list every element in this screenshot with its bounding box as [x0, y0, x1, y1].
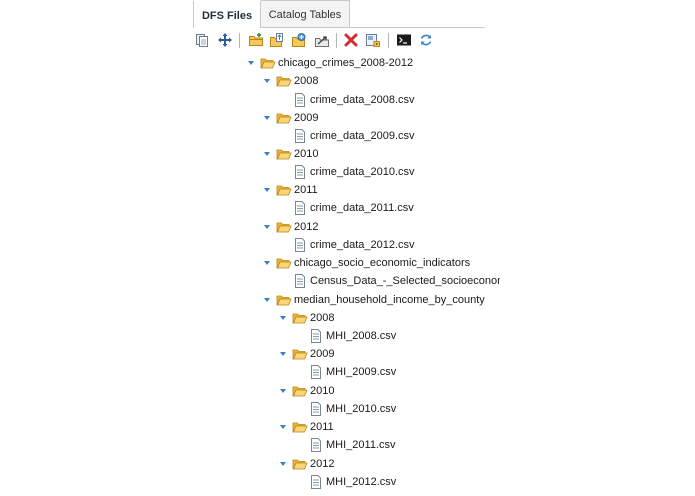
folder-open-icon [260, 55, 276, 71]
tab-active-gap [194, 27, 260, 28]
download-icon[interactable] [314, 32, 330, 48]
folder-open-icon [292, 419, 308, 435]
file-icon [292, 237, 308, 253]
tab-catalog-tables[interactable]: Catalog Tables [261, 0, 350, 27]
tree-file-label: crime_data_2009.csv [310, 130, 415, 142]
refresh-icon[interactable] [418, 32, 434, 48]
upload-folder-icon[interactable] [291, 32, 307, 48]
tree-file-label: crime_data_2008.csv [310, 94, 415, 106]
expand-arrow-icon[interactable] [280, 389, 286, 393]
move-icon[interactable] [217, 32, 233, 48]
expand-arrow-icon[interactable] [264, 116, 270, 120]
expand-arrow-icon[interactable] [264, 188, 270, 192]
tree-file-label: Census_Data_-_Selected_socioeconomic_ind… [310, 275, 500, 287]
folder-open-icon [276, 73, 292, 89]
expand-arrow-icon[interactable] [264, 225, 270, 229]
copy-icon[interactable] [194, 32, 210, 48]
tree-folder-label: 2011 [310, 421, 334, 433]
tree-folder-label: 2010 [310, 385, 335, 397]
file-icon [308, 328, 324, 344]
tab-dfs-files[interactable]: DFS Files [193, 0, 261, 27]
tree-file-label: MHI_2008.csv [326, 330, 397, 342]
tree-folder-label: 2011 [294, 184, 318, 196]
expand-arrow-icon[interactable] [264, 298, 270, 302]
tree-file-label: crime_data_2011.csv [310, 202, 414, 214]
tree-file-label: MHI_2009.csv [326, 366, 397, 378]
tree-folder-label: 2010 [294, 148, 319, 160]
file-icon [292, 164, 308, 180]
file-icon [308, 474, 324, 490]
folder-open-icon [276, 255, 292, 271]
tree-file-label: MHI_2010.csv [326, 403, 397, 415]
tree-folder-label: 2008 [294, 75, 319, 87]
tree-folder-label: 2009 [310, 348, 335, 360]
toolbar-separator [336, 33, 337, 48]
file-icon [292, 273, 308, 289]
expand-arrow-icon[interactable] [264, 261, 270, 265]
toolbar [193, 30, 493, 52]
file-icon [308, 401, 324, 417]
file-icon [292, 92, 308, 108]
folder-open-icon [276, 146, 292, 162]
tree-folder-label: chicago_socio_economic_indicators [294, 257, 471, 269]
expand-arrow-icon[interactable] [264, 79, 270, 83]
file-icon [292, 200, 308, 216]
tree-folder-label: 2008 [310, 312, 335, 324]
toolbar-separator [388, 33, 389, 48]
properties-icon[interactable] [365, 32, 381, 48]
folder-open-icon [276, 292, 292, 308]
terminal-icon[interactable] [396, 32, 412, 48]
tree-folder-label: chicago_crimes_2008-2012 [278, 57, 414, 69]
tree-folder-label: 2012 [310, 458, 335, 470]
expand-arrow-icon[interactable] [280, 316, 286, 320]
upload-file-icon[interactable] [269, 32, 285, 48]
tab-bar: DFS Files Catalog Tables [193, 0, 485, 28]
folder-open-icon [292, 310, 308, 326]
expand-arrow-icon[interactable] [280, 462, 286, 466]
expand-arrow-icon[interactable] [280, 425, 286, 429]
folder-open-icon [292, 383, 308, 399]
tree-folder-label: median_household_income_by_county [294, 294, 485, 306]
tree-folder-label: 2009 [294, 112, 319, 124]
tree-file-label: MHI_2012.csv [326, 476, 397, 488]
folder-open-icon [276, 219, 292, 235]
file-icon [308, 437, 324, 453]
expand-arrow-icon[interactable] [280, 352, 286, 356]
tree-file-label: crime_data_2010.csv [310, 166, 415, 178]
file-icon [308, 364, 324, 380]
folder-open-icon [276, 182, 292, 198]
new-folder-icon[interactable] [248, 32, 264, 48]
folder-open-icon [292, 346, 308, 362]
tree-file-label: crime_data_2012.csv [310, 239, 415, 251]
tree-folder-label: 2012 [294, 221, 319, 233]
tree-file-label: MHI_2011.csv [326, 439, 396, 451]
toolbar-separator [239, 33, 240, 48]
delete-icon[interactable] [343, 32, 359, 48]
expand-arrow-icon[interactable] [264, 152, 270, 156]
folder-open-icon [276, 110, 292, 126]
folder-open-icon [292, 456, 308, 472]
file-icon [292, 128, 308, 144]
expand-arrow-icon[interactable] [248, 61, 254, 65]
